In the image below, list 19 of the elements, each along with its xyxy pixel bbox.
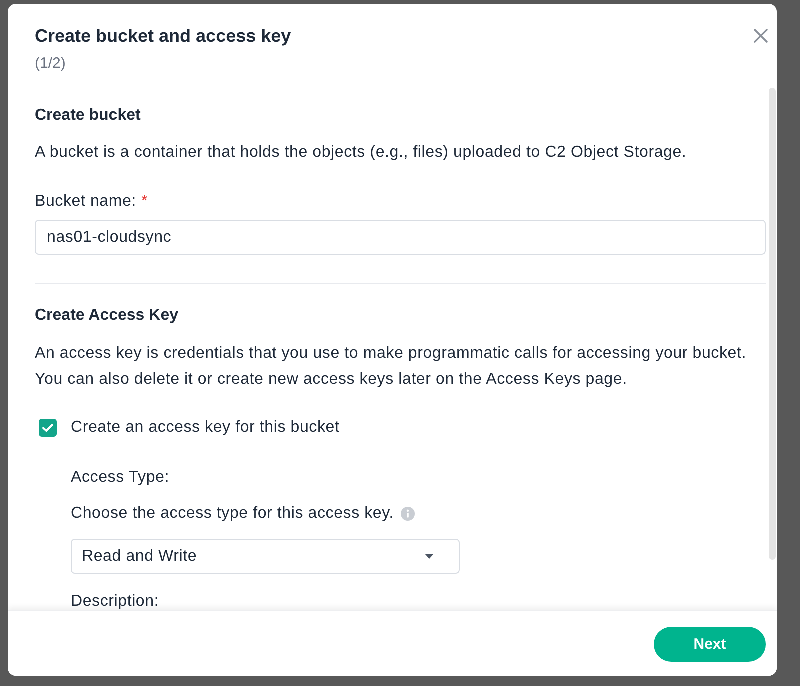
section-heading: Create bucket xyxy=(35,106,142,126)
access-type-dropdown[interactable]: Read and Write xyxy=(71,539,460,574)
bucket-name-field[interactable]: nas01-cloudsync xyxy=(35,220,766,255)
checkbox[interactable] xyxy=(39,419,57,437)
section-heading: Create Access Key xyxy=(35,306,180,326)
required-marker: * xyxy=(141,192,148,212)
field-label: Description: xyxy=(71,594,160,610)
section-description: A bucket is a container that holds the objects (e.g., files) uploaded to C2 Object Storage. xyxy=(35,143,688,163)
scrollbar-thumb[interactable] xyxy=(769,88,776,560)
caret-icon xyxy=(425,554,434,559)
field-hint: Choose the access type for this access key. xyxy=(71,504,394,524)
checkbox-label: Create an access key for this bucket xyxy=(71,418,340,438)
close-icon[interactable] xyxy=(754,29,768,43)
field-label: Access Type: xyxy=(71,468,170,488)
section-description: An access key is credentials that you use to make programmatic calls for accessing your bucket. You can also delete it or create new access keys later on the Access Keys page. xyxy=(35,344,748,390)
info-icon[interactable] xyxy=(400,507,415,521)
step-indicator: (1/2) xyxy=(35,54,67,74)
dialog-title: Create bucket and access key xyxy=(35,25,292,48)
field-label: Bucket name: xyxy=(35,192,136,212)
